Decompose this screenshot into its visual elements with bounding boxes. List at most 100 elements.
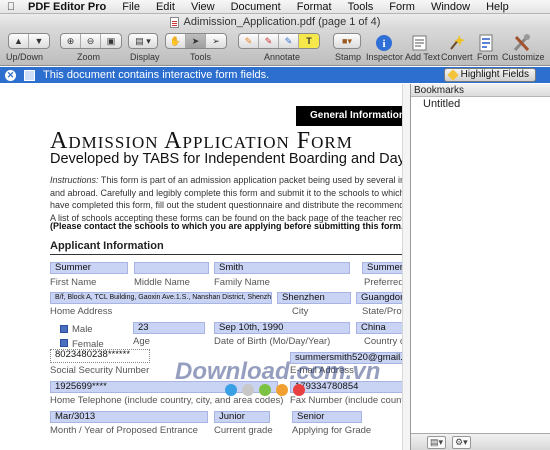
text-annotate-icon[interactable]: T <box>299 34 319 48</box>
age-field[interactable]: 23 <box>133 322 205 334</box>
current-grade-field[interactable]: Junior <box>214 411 270 423</box>
menu-format[interactable]: Format <box>289 1 340 13</box>
select-tool-icon[interactable]: ➤ <box>186 34 206 48</box>
svg-text:i: i <box>382 38 385 50</box>
customize-icon[interactable] <box>506 33 538 53</box>
bookmark-item[interactable]: Untitled <box>411 97 550 110</box>
add-text-icon[interactable] <box>404 33 436 53</box>
apple-menu-icon[interactable]:  <box>0 1 22 13</box>
stamp-group: ■▾ <box>333 33 361 49</box>
general-information-banner: General Information <box>296 106 410 126</box>
zoom-label: Zoom <box>77 52 101 62</box>
instructions-line-3: have completed this form, fill out the s… <box>50 200 411 210</box>
fax-label: Fax Number (include country, c <box>290 395 411 406</box>
updown-label: Up/Down <box>6 52 44 62</box>
note-annotate-icon[interactable]: ✎ <box>239 34 259 48</box>
instructions-label: Instructions: <box>50 175 99 185</box>
inspector-label: Inspector <box>366 52 404 62</box>
sidebar-view-icon[interactable]: ▤▾ <box>427 435 447 449</box>
document-scrollbar[interactable] <box>402 84 410 450</box>
zoom-in-icon[interactable]: ⊕ <box>61 34 81 48</box>
tools-label: Tools <box>190 52 212 62</box>
menu-tools[interactable]: Tools <box>340 1 382 13</box>
ssn-label: Social Security Number <box>50 365 150 376</box>
menu-view[interactable]: View <box>183 1 223 13</box>
instructions-line-2: and abroad. Carefully and legibly comple… <box>50 187 411 198</box>
instructions-line-1: This form is part of an admission applic… <box>100 175 410 185</box>
pen-annotate-icon[interactable]: ✎ <box>279 34 299 48</box>
hand-tool-icon[interactable]: ✋ <box>166 34 186 48</box>
updown-group: ▲ ▼ <box>8 33 50 49</box>
zoom-out-icon[interactable]: ⊖ <box>81 34 101 48</box>
ssn-field[interactable]: 8023480238****** <box>50 349 150 363</box>
home-address-field[interactable]: B/f, Block A, TCL Building, Gaoxin Ave.1… <box>50 292 272 304</box>
middle-name-field[interactable] <box>134 262 209 274</box>
pdf-document-icon <box>169 16 179 28</box>
download-watermark: Download.com.vn <box>175 358 381 385</box>
female-radio[interactable] <box>60 339 68 347</box>
customize-label: Customize <box>502 52 545 62</box>
current-grade-label: Current grade <box>214 425 273 436</box>
toolbar: ▲ ▼ Up/Down ⊕ ⊖ ▣ Zoom ▤ ▾ Display ✋ ➤ ➢… <box>0 30 550 66</box>
entrance-label: Month / Year of Proposed Entrance <box>50 425 198 436</box>
tools-group: ✋ ➤ ➢ <box>165 33 227 49</box>
form-fields-icon <box>24 69 35 81</box>
notification-message: This document contains interactive form … <box>43 69 270 81</box>
male-radio[interactable] <box>60 325 68 333</box>
page-up-icon[interactable]: ▲ <box>9 34 29 48</box>
stamp-icon[interactable]: ■▾ <box>334 34 360 48</box>
display-mode-icon[interactable]: ▤ ▾ <box>129 34 157 48</box>
watermark-dot-blue <box>225 384 237 396</box>
home-address-label: Home Address <box>50 306 113 317</box>
form-fields-notification: ✕ This document contains interactive for… <box>0 67 550 83</box>
male-label: Male <box>72 324 93 335</box>
form-icon[interactable] <box>470 33 502 53</box>
text-select-tool-icon[interactable]: ➢ <box>206 34 226 48</box>
city-label: City <box>292 306 309 317</box>
menu-edit[interactable]: Edit <box>148 1 183 13</box>
zoom-group: ⊕ ⊖ ▣ <box>60 33 122 49</box>
age-label: Age <box>133 336 150 347</box>
first-name-label: First Name <box>50 277 97 288</box>
contact-note: (Please contact the schools to which you… <box>50 221 407 231</box>
watermark-dot-green <box>259 384 271 396</box>
highlight-fields-button[interactable]: Highlight Fields <box>443 68 536 82</box>
window-title-bar: Adimission_Application.pdf (page 1 of 4) <box>0 14 550 30</box>
form-label: Form <box>477 52 498 62</box>
highlight-annotate-icon[interactable]: ✎ <box>259 34 279 48</box>
window-title: Adimission_Application.pdf (page 1 of 4) <box>183 16 381 28</box>
inspector-icon[interactable]: i <box>368 33 400 53</box>
home-phone-label: Home Telephone (include country, city, a… <box>50 395 284 406</box>
first-name-field[interactable]: Summer <box>50 262 128 274</box>
menu-document[interactable]: Document <box>223 1 289 13</box>
annotate-group: ✎ ✎ ✎ T <box>238 33 320 49</box>
menu-help[interactable]: Help <box>478 1 517 13</box>
family-name-field[interactable]: Smith <box>214 262 350 274</box>
watermark-dot-orange <box>276 384 288 396</box>
instructions-paragraph: Instructions: This form is part of an ad… <box>50 174 411 224</box>
pdf-document-view[interactable]: General Information Admission Applicatio… <box>0 84 411 450</box>
stamp-label: Stamp <box>335 52 362 62</box>
watermark-dot-red <box>293 384 305 396</box>
bookmarks-sidebar: Bookmarks Untitled ▤▾ ⚙▾ <box>411 84 550 450</box>
convert-icon[interactable] <box>440 33 472 53</box>
add-text-label: Add Text <box>405 52 440 62</box>
zoom-fit-icon[interactable]: ▣ <box>101 34 121 48</box>
watermark-dot-gray <box>242 384 254 396</box>
menu-window[interactable]: Window <box>423 1 478 13</box>
display-label: Display <box>130 52 160 62</box>
menu-file[interactable]: File <box>114 1 148 13</box>
sidebar-gear-icon[interactable]: ⚙▾ <box>452 435 471 449</box>
middle-name-label: Middle Name <box>134 277 190 288</box>
entrance-field[interactable]: Mar/3013 <box>50 411 208 423</box>
display-group: ▤ ▾ <box>128 33 158 49</box>
dob-field[interactable]: Sep 10th, 1990 <box>214 322 350 334</box>
applying-grade-field[interactable]: Senior <box>292 411 362 423</box>
close-notification-icon[interactable]: ✕ <box>5 69 16 81</box>
menu-app-name[interactable]: PDF Editor Pro <box>22 1 114 13</box>
city-field[interactable]: Shenzhen <box>277 292 351 304</box>
menu-form[interactable]: Form <box>381 1 423 13</box>
page-down-icon[interactable]: ▼ <box>29 34 49 48</box>
family-name-label: Family Name <box>214 277 270 288</box>
dob-label: Date of Birth (Mo/Day/Year) <box>214 336 331 347</box>
